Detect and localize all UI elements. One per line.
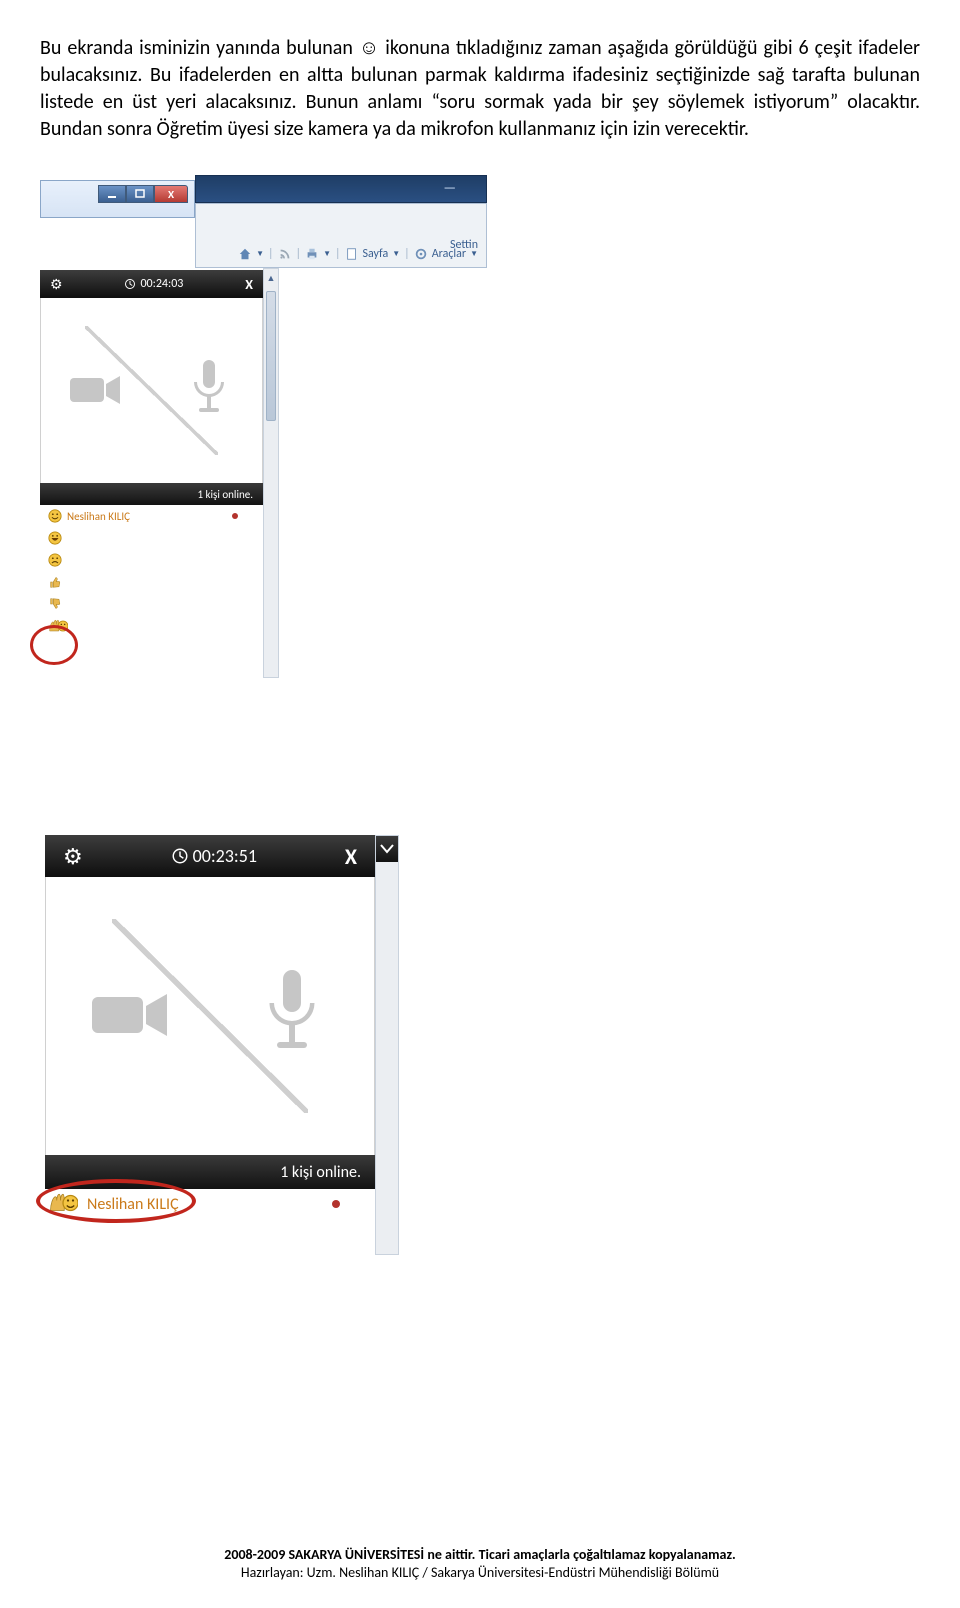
annotation-circle [36, 1179, 196, 1223]
close-icon: X [345, 843, 357, 870]
close-icon: X [168, 188, 174, 201]
scrollbar[interactable] [375, 835, 399, 1255]
online-count-label: 1 kişi online. [280, 1163, 361, 1182]
status-dot-icon [332, 1200, 340, 1208]
home-icon[interactable] [238, 247, 252, 261]
paragraph-text: Bu ekranda isminizin yanında bulunan ☺ i… [40, 36, 920, 141]
ie-command-bar: ▼ | | ▼ | Sayfa ▼ | Araçlar ▼ [238, 247, 478, 261]
minimize-icon [107, 189, 117, 199]
emoji-option-laugh[interactable] [40, 527, 263, 549]
clock-icon [124, 278, 136, 290]
scroll-up-arrow-icon[interactable]: ▲ [264, 269, 278, 287]
page-icon[interactable] [345, 247, 359, 261]
online-status-bar: 1 kişi online. [40, 483, 263, 505]
window-titlebar-fragment: X [40, 180, 195, 218]
player-close-button[interactable]: X [345, 843, 357, 870]
thumbs-down-icon [48, 597, 62, 611]
timer-value: 00:23:51 [193, 845, 257, 867]
page-menu-label[interactable]: Sayfa [363, 247, 389, 261]
chevron-down-icon[interactable]: ▼ [392, 249, 400, 259]
player-body [40, 298, 263, 483]
feed-icon[interactable] [278, 247, 292, 261]
chevron-down-icon [380, 844, 394, 854]
screenshot-2: ⚙ 00:23:51 X 1 kişi online. Nesli [0, 835, 960, 1365]
page-footer: 2008-2009 SAKARYA ÜNİVERSİTESİ ne aittir… [0, 1546, 960, 1582]
separator: | [268, 247, 274, 261]
gear-icon[interactable] [414, 247, 428, 261]
player-top-bar: ⚙ 00:24:03 X [40, 270, 263, 298]
separator: | [404, 247, 410, 261]
emoji-option-thumbs-up[interactable] [40, 571, 263, 593]
dropdown-toggle[interactable] [376, 836, 398, 862]
window-minimize-button[interactable] [98, 185, 126, 203]
camera-icon [86, 982, 176, 1048]
microphone-icon [191, 358, 227, 418]
smile-icon [48, 509, 62, 523]
print-icon[interactable] [305, 247, 319, 261]
maximize-icon [135, 189, 145, 199]
tools-menu-label[interactable]: Araçlar [432, 247, 466, 261]
separator: | [296, 247, 302, 261]
status-dot-icon [232, 513, 238, 519]
dash-icon: — [443, 179, 456, 196]
cam-mic-placeholder [46, 877, 374, 1155]
timer-display: 00:23:51 [171, 845, 257, 867]
participant-name: Neslihan KILIÇ [67, 510, 130, 523]
timer-display: 00:24:03 [124, 277, 183, 291]
sad-icon [48, 553, 62, 567]
timer-value: 00:24:03 [140, 277, 183, 291]
separator: | [335, 247, 341, 261]
player-body [45, 877, 375, 1155]
gear-icon[interactable]: ⚙ [63, 843, 83, 870]
player-top-bar: ⚙ 00:23:51 X [45, 835, 375, 877]
emoji-option-thumbs-down[interactable] [40, 593, 263, 615]
close-icon: X [245, 276, 253, 293]
camera-icon [66, 368, 126, 412]
scrollbar-thumb[interactable] [266, 291, 276, 421]
emoji-dropdown-list [40, 527, 263, 637]
chevron-down-icon[interactable]: ▼ [470, 249, 478, 259]
footer-line-1: 2008-2009 SAKARYA ÜNİVERSİTESİ ne aittir… [0, 1546, 960, 1564]
window-maximize-button[interactable] [126, 185, 154, 203]
clock-icon [171, 847, 189, 865]
player-close-button[interactable]: X [245, 276, 253, 293]
annotation-circle [30, 625, 78, 665]
emoji-option-sad[interactable] [40, 549, 263, 571]
browser-frame-strip: — [195, 175, 487, 203]
browser-toolbar-fragment: Settin ▼ | | ▼ | Sayfa ▼ | Araçlar ▼ [195, 203, 487, 268]
thumbs-up-icon [48, 575, 62, 589]
scrollbar[interactable]: ▲ [263, 268, 279, 678]
window-close-button[interactable]: X [154, 185, 188, 203]
screenshot-1: X — Settin ▼ | | ▼ | Sayfa ▼ | Araçlar ▼ [0, 175, 960, 815]
chevron-down-icon[interactable]: ▼ [256, 249, 264, 259]
microphone-icon [265, 967, 319, 1057]
cam-mic-placeholder [41, 298, 262, 483]
instruction-paragraph: Bu ekranda isminizin yanında bulunan ☺ i… [0, 0, 960, 153]
footer-line-2: Hazırlayan: Uzm. Neslihan KILIÇ / Sakary… [0, 1564, 960, 1582]
laugh-icon [48, 531, 62, 545]
gear-icon[interactable]: ⚙ [50, 276, 63, 293]
online-count-label: 1 kişi online. [197, 488, 253, 501]
participant-row[interactable]: Neslihan KILIÇ [40, 505, 263, 527]
chevron-down-icon[interactable]: ▼ [323, 249, 331, 259]
